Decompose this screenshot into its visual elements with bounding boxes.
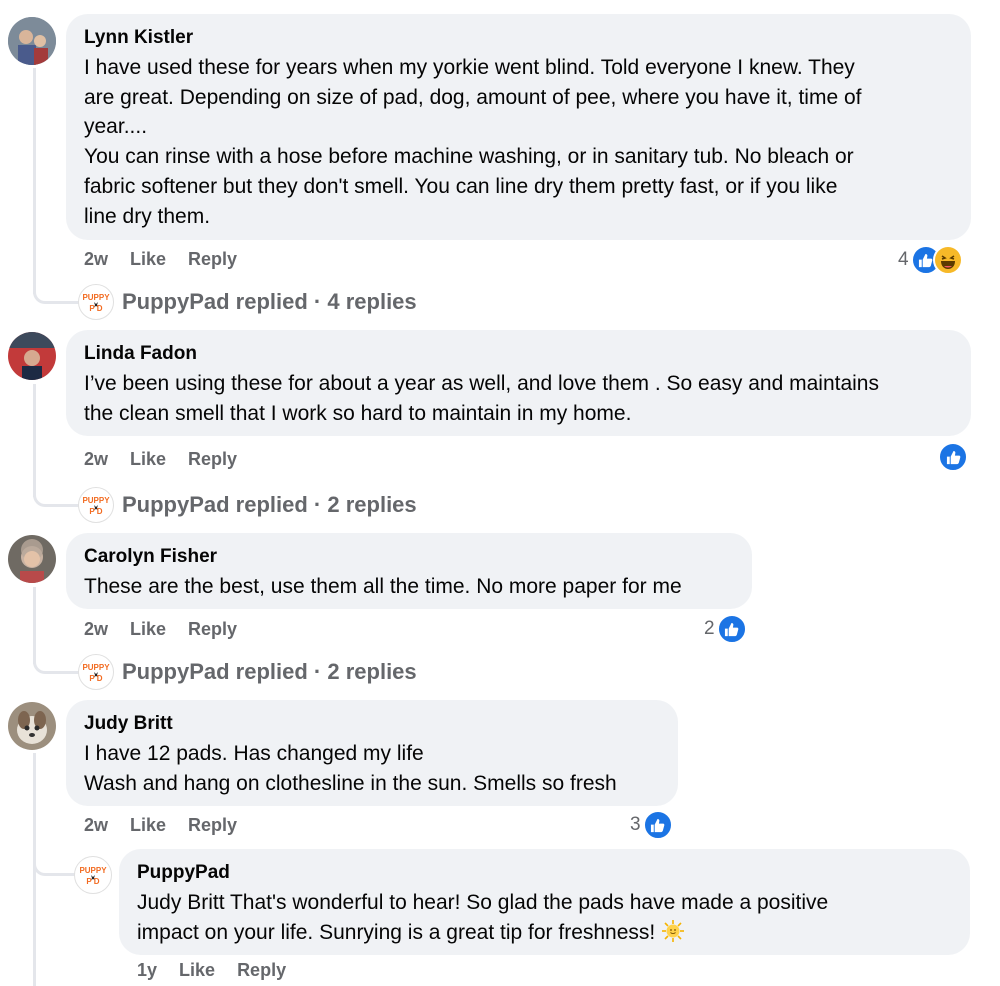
comment-bubble: Carolyn Fisher These are the best, use t…	[66, 533, 752, 609]
reaction-summary[interactable]: 2	[704, 614, 747, 644]
comment-bubble: Linda Fadon I’ve been using these for ab…	[66, 330, 971, 436]
reply-button[interactable]: Reply	[188, 815, 237, 836]
like-icon	[642, 810, 673, 840]
comment-timestamp[interactable]: 2w	[84, 249, 108, 270]
reply-author[interactable]: PuppyPad	[137, 861, 952, 885]
comment-timestamp[interactable]: 2w	[84, 619, 108, 640]
comment-actions: 2w Like Reply	[84, 449, 259, 470]
reply-timestamp[interactable]: 1y	[137, 960, 157, 981]
comment-author[interactable]: Carolyn Fisher	[84, 545, 734, 569]
puppypad-logo: PUPPY P D	[78, 654, 114, 690]
like-button[interactable]: Like	[179, 960, 215, 981]
svg-text:P D: P D	[89, 674, 102, 683]
reaction-count: 2	[704, 618, 715, 639]
replied-label: PuppyPad replied · 2 replies	[122, 492, 417, 517]
reply-button[interactable]: Reply	[188, 619, 237, 640]
comment-timestamp[interactable]: 2w	[84, 815, 108, 836]
comment-author[interactable]: Linda Fadon	[84, 342, 953, 366]
comment-actions: 2w Like Reply	[84, 619, 259, 640]
like-button[interactable]: Like	[130, 815, 166, 836]
view-replies-link[interactable]: PUPPY P D PuppyPad replied · 4 replies	[78, 284, 417, 320]
like-icon	[716, 614, 747, 644]
thread-elbow	[33, 283, 82, 304]
like-button[interactable]: Like	[130, 449, 166, 470]
reaction-count: 3	[630, 814, 641, 835]
haha-icon	[932, 245, 963, 275]
svg-text:P D: P D	[89, 507, 102, 516]
comment-bubble: Judy Britt I have 12 pads. Has changed m…	[66, 700, 678, 806]
comment-timestamp[interactable]: 2w	[84, 449, 108, 470]
comment-actions: 2w Like Reply	[84, 815, 259, 836]
comment-text: These are the best, use them all the tim…	[84, 575, 682, 598]
comment-actions: 2w Like Reply	[84, 249, 259, 270]
comment-bubble: Lynn Kistler I have used these for years…	[66, 14, 971, 240]
svg-text:P D: P D	[86, 877, 99, 886]
sun-emoji-icon	[661, 919, 685, 952]
avatar[interactable]	[8, 332, 56, 380]
svg-text:PUPPY: PUPPY	[82, 293, 110, 302]
thread-elbow	[33, 653, 82, 674]
comment-text: I’ve been using these for about a year a…	[84, 372, 879, 425]
avatar[interactable]	[8, 702, 56, 750]
svg-text:PUPPY: PUPPY	[79, 866, 107, 875]
reaction-summary[interactable]	[938, 442, 968, 472]
replied-label: PuppyPad replied · 4 replies	[122, 289, 417, 314]
replied-label: PuppyPad replied · 2 replies	[122, 659, 417, 684]
svg-text:P D: P D	[89, 304, 102, 313]
reaction-summary[interactable]: 3	[630, 810, 673, 840]
comment-text: I have used these for years when my york…	[84, 56, 862, 228]
comment-author[interactable]: Judy Britt	[84, 712, 660, 736]
puppypad-avatar[interactable]: PUPPY P D	[74, 856, 112, 894]
thread-line	[33, 68, 36, 294]
reply-button[interactable]: Reply	[237, 960, 286, 981]
like-icon	[938, 442, 968, 472]
thread-elbow	[33, 486, 82, 507]
reply-button[interactable]: Reply	[188, 449, 237, 470]
like-button[interactable]: Like	[130, 249, 166, 270]
svg-text:PUPPY: PUPPY	[82, 496, 110, 505]
like-button[interactable]: Like	[130, 619, 166, 640]
thread-line	[33, 384, 36, 497]
view-replies-link[interactable]: PUPPY P D PuppyPad replied · 2 replies	[78, 487, 417, 523]
reply-text-body: Judy Britt That's wonderful to hear! So …	[137, 891, 829, 944]
comment-author[interactable]: Lynn Kistler	[84, 26, 953, 50]
puppypad-logo: PUPPY P D	[78, 284, 114, 320]
svg-text:PUPPY: PUPPY	[82, 663, 110, 672]
view-replies-link[interactable]: PUPPY P D PuppyPad replied · 2 replies	[78, 654, 417, 690]
avatar[interactable]	[8, 535, 56, 583]
reaction-summary[interactable]: 4	[898, 245, 963, 275]
reaction-count: 4	[898, 249, 909, 270]
reply-actions: 1y Like Reply	[137, 960, 308, 981]
avatar[interactable]	[8, 17, 56, 65]
reply-button[interactable]: Reply	[188, 249, 237, 270]
reply-bubble: PuppyPad Judy Britt That's wonderful to …	[119, 849, 970, 955]
puppypad-logo: PUPPY P D	[78, 487, 114, 523]
reply-text: Judy Britt That's wonderful to hear! So …	[137, 888, 952, 951]
comment-text: I have 12 pads. Has changed my life Wash…	[84, 742, 617, 795]
